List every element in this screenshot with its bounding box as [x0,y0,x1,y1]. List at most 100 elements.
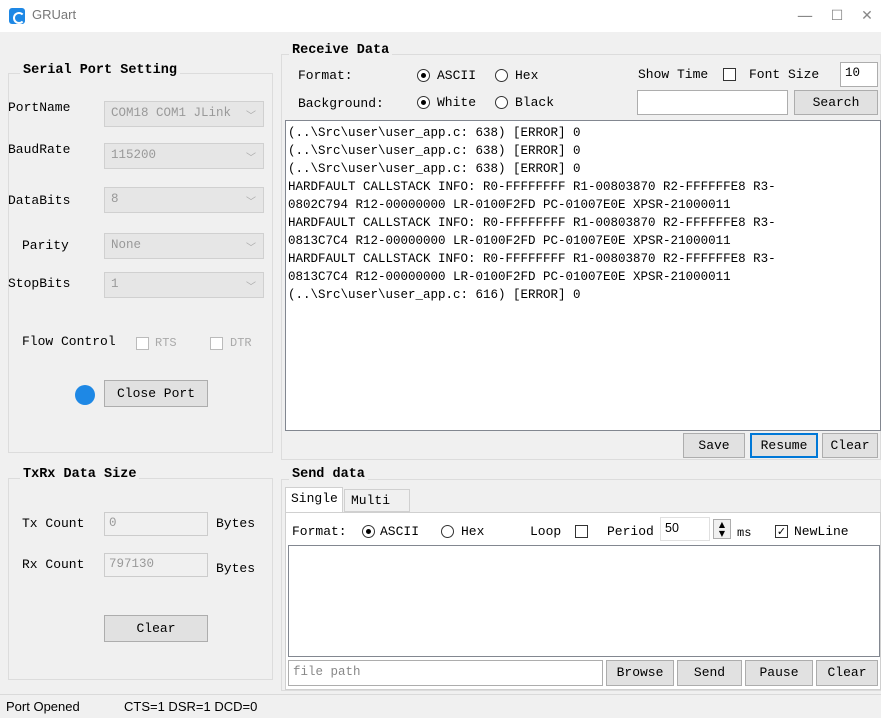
receive-format-label: Format: [298,68,353,83]
stopbits-combo[interactable]: 1 ﹀ [104,272,264,298]
log-line: HARDFAULT CALLSTACK INFO: R0-FFFFFFFF R1… [288,216,776,230]
save-button[interactable]: Save [683,433,745,458]
send-ascii-radio[interactable] [362,525,375,538]
status-bar: Port Opened CTS=1 DSR=1 DCD=0 [0,694,881,718]
log-line: (..\Src\user\user_app.c: 616) [ERROR] 0 [288,288,581,302]
chevron-down-icon: ﹀ [246,111,256,122]
tx-count-field: 0 [104,512,208,536]
title-bar: GRUart — ☐ ✕ [0,0,881,32]
tab-single[interactable]: Single [285,487,343,512]
log-line: 0802C794 R12-00000000 LR-0100F2FD PC-010… [288,198,731,212]
parity-combo[interactable]: None ﹀ [104,233,264,259]
close-port-button[interactable]: Close Port [104,380,208,407]
loop-label: Loop [530,524,562,539]
chevron-up-icon: ▲ [718,520,726,529]
send-ascii-label: ASCII [380,524,420,539]
font-size-label: Font Size [749,67,820,82]
period-label: Period [607,524,654,539]
tab-multi[interactable]: Multi [344,489,410,512]
parity-label: Parity [22,238,69,253]
background-label: Background: [298,96,384,111]
port-status-indicator [75,385,95,405]
font-size-input[interactable]: 10 [840,62,878,87]
period-stepper[interactable]: ▲ ▼ [713,519,731,539]
newline-label: NewLine [794,524,849,539]
loop-checkbox[interactable] [575,525,588,538]
portname-combo[interactable]: COM18 COM1 JLink ﹀ [104,101,264,127]
tx-unit: Bytes [216,516,256,531]
log-line: HARDFAULT CALLSTACK INFO: R0-FFFFFFFF R1… [288,252,776,266]
baudrate-combo[interactable]: 115200 ﹀ [104,143,264,169]
background-white-radio[interactable] [417,96,430,109]
databits-label: DataBits [8,193,71,208]
send-title: Send data [289,467,368,482]
serial-port-title: Serial Port Setting [20,63,180,78]
show-time-checkbox[interactable] [723,68,736,81]
txrx-title: TxRx Data Size [20,467,140,482]
period-input[interactable]: 50 [660,517,710,541]
baudrate-label: BaudRate [8,142,71,157]
databits-value: 8 [111,192,119,206]
search-button[interactable]: Search [794,90,878,115]
newline-checkbox[interactable]: ✓ [775,525,788,538]
send-clear-button[interactable]: Clear [816,660,878,686]
baudrate-value: 115200 [111,148,157,162]
file-path-input[interactable]: file path [288,660,603,686]
browse-button[interactable]: Browse [606,660,674,686]
log-line: 0813C7C4 R12-00000000 LR-0100F2FD PC-010… [288,270,731,284]
txrx-clear-button[interactable]: Clear [104,615,208,642]
parity-value: None [111,238,142,252]
receive-clear-button[interactable]: Clear [822,433,878,458]
tx-count-label: Tx Count [22,516,85,531]
stopbits-label: StopBits [8,276,71,291]
app-icon [9,8,25,24]
log-line: HARDFAULT CALLSTACK INFO: R0-FFFFFFFF R1… [288,180,776,194]
rx-count-field: 797130 [104,553,208,577]
rts-label: RTS [155,336,177,350]
maximize-button[interactable]: ☐ [827,6,847,26]
receive-ascii-radio[interactable] [417,69,430,82]
log-line: (..\Src\user\user_app.c: 638) [ERROR] 0 [288,162,581,176]
rx-unit: Bytes [216,561,256,576]
signal-status-text: CTS=1 DSR=1 DCD=0 [124,699,258,714]
show-time-label: Show Time [638,67,709,82]
resume-button[interactable]: Resume [750,433,818,458]
receive-hex-label: Hex [515,68,539,83]
send-button[interactable]: Send [677,660,742,686]
background-black-radio[interactable] [495,96,508,109]
chevron-down-icon: ﹀ [246,243,256,254]
chevron-down-icon: ﹀ [246,197,256,208]
txrx-group [8,478,273,680]
log-line: 0813C7C4 R12-00000000 LR-0100F2FD PC-010… [288,234,731,248]
chevron-down-icon: ▼ [718,529,726,538]
log-line: (..\Src\user\user_app.c: 638) [ERROR] 0 [288,126,581,140]
portname-label: PortName [8,100,71,115]
send-format-label: Format: [292,524,347,539]
dtr-label: DTR [230,336,252,350]
send-hex-label: Hex [461,524,485,539]
flow-control-label: Flow Control [22,334,116,349]
send-hex-radio[interactable] [441,525,454,538]
receive-hex-radio[interactable] [495,69,508,82]
databits-combo[interactable]: 8 ﹀ [104,187,264,213]
portname-value: COM18 COM1 JLink [111,106,232,120]
receive-log[interactable]: (..\Src\user\user_app.c: 638) [ERROR] 0 … [285,120,881,431]
rx-count-label: Rx Count [22,557,85,572]
pause-button[interactable]: Pause [745,660,813,686]
chevron-down-icon: ﹀ [246,153,256,164]
receive-title: Receive Data [289,43,393,58]
dtr-checkbox[interactable] [210,337,223,350]
chevron-down-icon: ﹀ [246,282,256,293]
minimize-button[interactable]: — [795,6,815,26]
background-black-label: Black [515,95,555,110]
window-title: GRUart [32,7,77,22]
send-textarea[interactable] [288,545,880,657]
stopbits-value: 1 [111,277,119,291]
ms-label: ms [737,526,752,540]
receive-ascii-label: ASCII [437,68,477,83]
log-line: (..\Src\user\user_app.c: 638) [ERROR] 0 [288,144,581,158]
port-status-text: Port Opened [6,699,80,714]
search-input[interactable] [637,90,788,115]
close-button[interactable]: ✕ [857,6,877,26]
rts-checkbox[interactable] [136,337,149,350]
